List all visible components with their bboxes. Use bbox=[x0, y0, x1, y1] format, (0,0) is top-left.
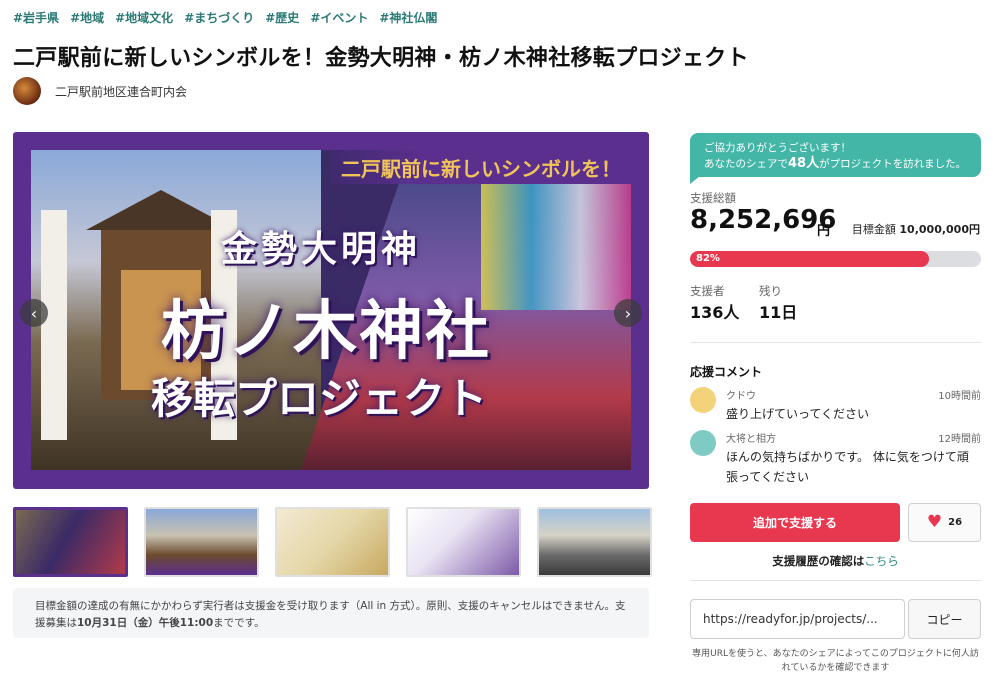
share-visitor-count: 48人 bbox=[788, 156, 820, 171]
divider bbox=[690, 580, 981, 581]
comment-text: ほんの気持ちばかりです。 体に気をつけて頑張ってください bbox=[726, 450, 969, 484]
bubble-prefix: あなたのシェアで bbox=[704, 158, 788, 170]
add-support-button[interactable]: 追加で支援する bbox=[690, 503, 900, 542]
total-label: 支援総額 bbox=[690, 191, 736, 205]
hero-banner-text: 二戸駅前に新しいシンボルを！ bbox=[341, 157, 621, 181]
all-in-notice: 目標金額の達成の有無にかかわらず実行者は支援金を受け取ります（All in 方式… bbox=[13, 588, 649, 638]
owner-name[interactable]: 二戸駅前地区連合町内会 bbox=[55, 83, 187, 100]
notice-suffix: までです。 bbox=[213, 617, 265, 629]
heart-icon: ♥ bbox=[926, 512, 943, 532]
progress-bar: 82% bbox=[690, 251, 981, 267]
support-history: 支援履歴の確認はこちら bbox=[690, 553, 981, 569]
share-url-note: 専用URLを使うと、あなたのシェアによってこのプロジェクトに何人訪れているかを確… bbox=[692, 649, 979, 673]
comments-heading: 応援コメント bbox=[690, 365, 763, 379]
share-url-field[interactable] bbox=[690, 599, 905, 639]
comment-author: クドウ bbox=[726, 391, 756, 402]
history-prefix: 支援履歴の確認は bbox=[772, 554, 865, 568]
dancers-photo bbox=[481, 180, 631, 310]
page-title: 二戸駅前に新しいシンボルを！金勢大明神・枋ノ木神社移転プロジェクト bbox=[13, 46, 749, 71]
bubble-line-1: ご協力ありがとうございます！ bbox=[704, 142, 851, 154]
user-avatar-icon bbox=[690, 387, 716, 413]
copy-url-button[interactable]: コピー bbox=[908, 599, 981, 639]
hero-image-carousel[interactable]: 二戸駅前に新しいシンボルを！ 金勢大明神 枋ノ木神社 移転プロジェクト ‹ › bbox=[13, 132, 649, 489]
thumbnail-2[interactable] bbox=[144, 507, 259, 577]
goal-amount: 目標金額 10,000,000円 bbox=[851, 223, 980, 236]
supporters-label: 支援者 bbox=[690, 284, 725, 298]
comment-author: 大将と相方 bbox=[726, 434, 776, 445]
comment-item: 大将と相方 12時間前 ほんの気持ちばかりです。 体に気をつけて頑張ってください bbox=[690, 430, 981, 490]
tag-link[interactable]: #神社仏閣 bbox=[379, 9, 437, 26]
hero-image: 二戸駅前に新しいシンボルを！ 金勢大明神 枋ノ木神社 移転プロジェクト bbox=[31, 150, 631, 470]
thumbnail-3[interactable] bbox=[275, 507, 390, 577]
thumbnail-1[interactable] bbox=[13, 507, 128, 577]
comment-time: 12時間前 bbox=[938, 434, 981, 445]
progress-fill: 82% bbox=[690, 251, 929, 267]
chevron-left-icon[interactable]: ‹ bbox=[20, 299, 48, 327]
thumbnail-strip bbox=[13, 507, 652, 577]
hero-line-2: 枋ノ木神社 bbox=[161, 295, 491, 369]
hero-line-3: 移転プロジェクト bbox=[151, 374, 488, 423]
tag-link[interactable]: #岩手県 bbox=[13, 9, 59, 26]
favorite-button[interactable]: ♥ 26 bbox=[908, 503, 981, 542]
owner-avatar-icon[interactable] bbox=[13, 77, 41, 105]
notice-deadline: 10月31日（金）午後11:00 bbox=[77, 617, 214, 629]
comment-text: 盛り上げていってください bbox=[726, 407, 870, 421]
hero-line-1: 金勢大明神 bbox=[221, 228, 422, 270]
tag-link[interactable]: #イベント bbox=[310, 9, 368, 26]
total-unit: 円 bbox=[817, 224, 831, 239]
history-link[interactable]: こちら bbox=[864, 554, 899, 568]
supporters-count: 136人 bbox=[690, 303, 740, 322]
tag-list: #岩手県 #地域 #地域文化 #まちづくり #歴史 #イベント #神社仏閣 bbox=[13, 9, 437, 26]
comment-item: クドウ 10時間前 盛り上げていってください bbox=[690, 387, 981, 423]
tag-link[interactable]: #歴史 bbox=[265, 9, 299, 26]
favorite-count: 26 bbox=[948, 517, 963, 528]
total-amount: 8,252,696 bbox=[690, 205, 837, 235]
nobori-banner bbox=[41, 210, 67, 440]
tag-link[interactable]: #地域文化 bbox=[115, 9, 173, 26]
divider bbox=[690, 342, 981, 343]
chevron-right-icon[interactable]: › bbox=[614, 299, 642, 327]
share-thanks-bubble: ご協力ありがとうございます！ あなたのシェアで48人がプロジェクトを訪れました。 bbox=[690, 133, 981, 177]
remaining-label: 残り bbox=[759, 284, 782, 298]
bubble-suffix: がプロジェクトを訪れました。 bbox=[819, 158, 967, 170]
comment-time: 10時間前 bbox=[938, 391, 981, 402]
project-owner[interactable]: 二戸駅前地区連合町内会 bbox=[13, 77, 187, 105]
user-avatar-icon bbox=[690, 430, 716, 456]
thumbnail-4[interactable] bbox=[406, 507, 521, 577]
bubble-tail bbox=[690, 176, 700, 184]
thumbnail-5[interactable] bbox=[537, 507, 652, 577]
tag-link[interactable]: #まちづくり bbox=[184, 9, 254, 26]
remaining-days: 11日 bbox=[759, 303, 798, 322]
tag-link[interactable]: #地域 bbox=[70, 9, 104, 26]
bubble-line-2: あなたのシェアで48人がプロジェクトを訪れました。 bbox=[704, 156, 967, 172]
